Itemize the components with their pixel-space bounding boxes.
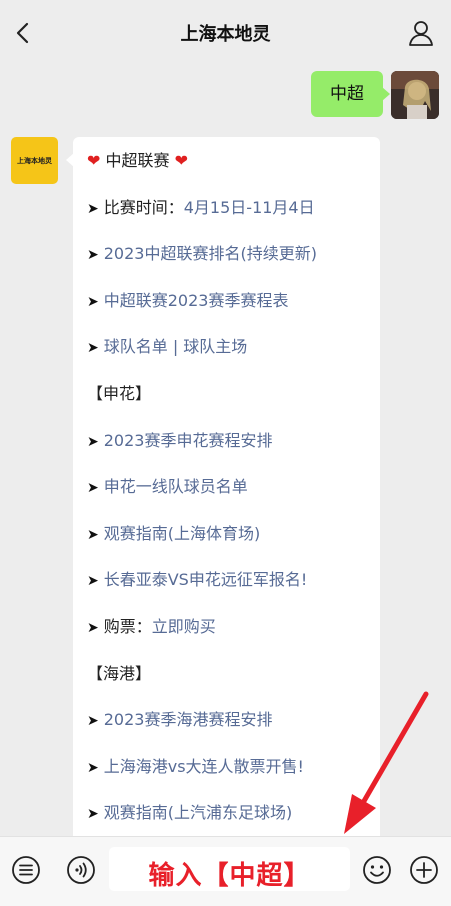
link-shenhua-guide[interactable]: 观赛指南(上海体育场)	[104, 524, 261, 543]
message-input[interactable]: 输入【中超】	[109, 847, 350, 891]
bot-avatar-label: 上海本地灵	[17, 156, 52, 165]
link-buy-ticket[interactable]: 立即购买	[152, 617, 216, 636]
arrow-icon: ➤	[87, 480, 99, 496]
arrow-icon: ➤	[87, 201, 99, 217]
link-away-signup[interactable]: 长春亚泰VS申花远征军报名!	[104, 570, 308, 589]
top-bar: 上海本地灵	[0, 0, 451, 66]
arrow-icon: ➤	[87, 434, 99, 450]
link-haigang-schedule[interactable]: 2023赛季海港赛程安排	[104, 710, 273, 729]
list-item[interactable]: ➤ 中超联赛2023赛季赛程表	[87, 287, 374, 315]
arrow-icon: ➤	[87, 247, 99, 263]
user-message-bubble[interactable]: 中超	[311, 71, 390, 117]
heading-text: 中超联赛	[105, 151, 170, 170]
link-season-schedule[interactable]: 中超联赛2023赛季赛程表	[104, 291, 289, 310]
heart-icon: ❤	[174, 151, 189, 170]
menu-list-icon[interactable]	[10, 854, 42, 886]
arrow-icon: ➤	[87, 806, 99, 822]
link-haigang-guide[interactable]: 观赛指南(上汽浦东足球场)	[104, 803, 293, 822]
link-haigang-tickets[interactable]: 上海海港vs大连人散票开售!	[104, 757, 304, 776]
section-shenhua: 【申花】	[87, 384, 152, 403]
section-haigang: 【海港】	[87, 664, 152, 683]
heart-icon: ❤	[87, 151, 101, 170]
arrow-icon: ➤	[87, 713, 99, 729]
list-item[interactable]: ➤ 2023中超联赛排名(持续更新)	[87, 240, 374, 268]
list-item[interactable]: ➤ 长春亚泰VS申花远征军报名!	[87, 566, 374, 594]
ticket-label: 购票：	[103, 617, 152, 636]
link-team-list[interactable]: 球队名单 | 球队主场	[104, 337, 248, 356]
link-standings[interactable]: 2023中超联赛排名(持续更新)	[104, 244, 317, 263]
input-text: 输入【中超】	[148, 861, 311, 891]
link-shenhua-roster[interactable]: 申花一线队球员名单	[104, 477, 248, 496]
annotation-arrow-icon	[344, 691, 429, 834]
arrow-icon: ➤	[87, 620, 99, 636]
user-avatar[interactable]	[391, 71, 439, 119]
list-item[interactable]: ➤ 购票：立即购买	[87, 613, 374, 641]
emoji-icon[interactable]	[361, 854, 393, 886]
arrow-icon: ➤	[87, 294, 99, 310]
list-item[interactable]: ➤ 球队名单 | 球队主场	[87, 333, 374, 361]
list-item[interactable]: ➤ 2023赛季申花赛程安排	[87, 427, 374, 455]
bot-heading: ❤ 中超联赛 ❤	[87, 147, 374, 175]
user-icon[interactable]	[407, 18, 435, 48]
arrow-icon: ➤	[87, 340, 99, 356]
arrow-icon: ➤	[87, 760, 99, 776]
schedule-row: ➤ 比赛时间：4月15日-11月4日	[87, 194, 374, 222]
input-bar: 输入【中超】	[0, 836, 451, 906]
arrow-icon: ➤	[87, 527, 99, 543]
link-shenhua-schedule[interactable]: 2023赛季申花赛程安排	[104, 431, 273, 450]
schedule-value: 4月15日-11月4日	[183, 198, 315, 217]
list-item[interactable]: ➤ 观赛指南(上海体育场)	[87, 520, 374, 548]
user-avatar-image	[391, 71, 439, 119]
voice-icon[interactable]	[65, 854, 97, 886]
schedule-label: 比赛时间：	[103, 198, 184, 217]
bot-avatar[interactable]: 上海本地灵	[11, 137, 58, 184]
page-title: 上海本地灵	[180, 24, 271, 45]
list-item[interactable]: ➤ 申花一线队球员名单	[87, 473, 374, 501]
arrow-icon: ➤	[87, 573, 99, 589]
plus-icon[interactable]	[408, 854, 440, 886]
